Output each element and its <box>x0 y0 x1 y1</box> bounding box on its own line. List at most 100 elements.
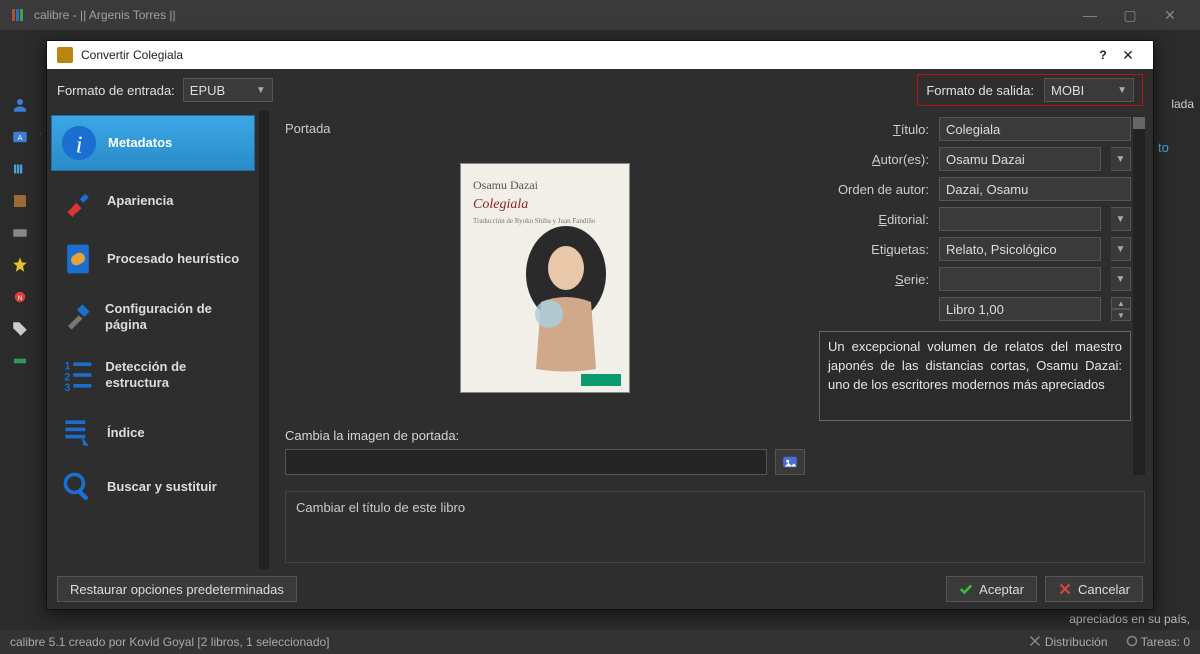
cover-column: Portada Osamu Dazai Colegiala Traducción… <box>285 117 805 475</box>
description-box[interactable]: Un excepcional volumen de relatos del ma… <box>819 331 1131 421</box>
chevron-down-icon: ▼ <box>1117 85 1127 96</box>
status-text: Cambiar el título de este libro <box>296 500 465 515</box>
cover-illustration <box>511 224 621 374</box>
svg-text:A: A <box>17 133 22 142</box>
publisher-input[interactable] <box>939 207 1101 231</box>
behind-appreciated: apreciados en su país, <box>1069 612 1190 626</box>
svg-text:N: N <box>18 295 23 302</box>
list-numbers-icon: 123 <box>59 356 95 394</box>
author-input[interactable]: Osamu Dazai <box>939 147 1101 171</box>
series-input[interactable] <box>939 267 1101 291</box>
author-dropdown[interactable]: ▼ <box>1111 147 1131 171</box>
title-input[interactable]: Colegiala <box>939 117 1131 141</box>
change-cover-section: Cambia la imagen de portada: <box>285 428 805 475</box>
svg-text:3: 3 <box>65 382 71 393</box>
tools-icon <box>59 298 95 336</box>
help-button[interactable]: ? <box>1093 48 1113 62</box>
input-format-combo[interactable]: EPUB ▼ <box>183 78 273 102</box>
brush-icon <box>59 182 97 220</box>
chevron-down-icon: ▼ <box>256 85 266 96</box>
identifiers-icon[interactable] <box>9 350 31 372</box>
dialog-format-row: Formato de entrada: EPUB ▼ Formato de sa… <box>47 69 1153 111</box>
news-icon[interactable]: N <box>9 286 31 308</box>
app-titlebar: calibre - || Argenis Torres || — ▢ ✕ <box>0 0 1200 30</box>
ok-button[interactable]: Aceptar <box>946 576 1037 602</box>
minimize-button[interactable]: — <box>1070 7 1110 23</box>
author-label: Autor(es): <box>819 152 929 167</box>
close-app-button[interactable]: ✕ <box>1150 7 1190 24</box>
output-format-label: Formato de salida: <box>926 83 1034 98</box>
sidebar-item-metadata[interactable]: i Metadatos <box>51 115 255 171</box>
series-index-spinner[interactable]: ▲▼ <box>1111 297 1131 321</box>
sidebar-item-toc[interactable]: Índice <box>51 405 255 461</box>
sidebar-item-look[interactable]: Apariencia <box>51 173 255 229</box>
toc-icon <box>59 414 97 452</box>
output-format-group: Formato de salida: MOBI ▼ <box>917 74 1143 106</box>
keyboard-icon[interactable] <box>9 222 31 244</box>
convert-dialog: Convertir Colegiala ? ✕ Formato de entra… <box>46 40 1154 610</box>
cover-preview: Osamu Dazai Colegiala Traducción de Ryok… <box>460 163 630 393</box>
dialog-icon <box>57 47 73 63</box>
sidebar-item-label: Índice <box>107 425 145 441</box>
sidebar-item-label: Metadatos <box>108 135 172 151</box>
cover-badge <box>581 374 621 386</box>
sidebar-item-label: Procesado heurístico <box>107 251 239 267</box>
sidebar-item-label: Detección de estructura <box>105 359 247 390</box>
author-sort-input[interactable]: Dazai, Osamu <box>939 177 1131 201</box>
title-label: Título: <box>819 122 929 137</box>
input-format-value: EPUB <box>190 83 225 98</box>
output-format-value: MOBI <box>1051 83 1084 98</box>
series-dropdown[interactable]: ▼ <box>1111 267 1131 291</box>
maximize-button[interactable]: ▢ <box>1110 7 1150 24</box>
close-button[interactable]: ✕ <box>1113 47 1143 64</box>
cover-author: Osamu Dazai <box>473 178 617 193</box>
meta-scrollbar[interactable] <box>1133 117 1145 475</box>
input-format-label: Formato de entrada: <box>57 83 175 98</box>
behind-truncated: lada <box>1171 97 1194 111</box>
publisher-label: Editorial: <box>819 212 929 227</box>
behind-text: to <box>1158 140 1198 155</box>
info-icon: i <box>60 124 98 162</box>
person-icon[interactable] <box>9 94 31 116</box>
sidebar-item-structure[interactable]: 123 Detección de estructura <box>51 347 255 403</box>
cancel-button[interactable]: Cancelar <box>1045 576 1143 602</box>
sidebar-item-label: Apariencia <box>107 193 173 209</box>
author-sort-label: Orden de autor: <box>819 182 929 197</box>
cover-area: Osamu Dazai Colegiala Traducción de Ryok… <box>285 142 805 414</box>
app-icon <box>10 7 26 23</box>
bandage-icon <box>59 240 97 278</box>
tag-icon[interactable] <box>9 318 31 340</box>
dialog-button-row: Restaurar opciones predeterminadas Acept… <box>47 569 1153 609</box>
jobs-button[interactable]: Tareas: 0 <box>1126 635 1190 649</box>
tags-dropdown[interactable]: ▼ <box>1111 237 1131 261</box>
status-bar: calibre 5.1 creado por Kovid Goyal [2 li… <box>0 630 1200 654</box>
search-icon <box>59 468 97 506</box>
cross-icon <box>1058 582 1072 596</box>
book-icon[interactable] <box>9 190 31 212</box>
series-icon[interactable] <box>9 158 31 180</box>
change-cover-label: Cambia la imagen de portada: <box>285 428 805 443</box>
metadata-form: Título: Colegiala Autor(es): Osamu Dazai… <box>819 117 1145 475</box>
sidebar-item-page-setup[interactable]: Configuración de página <box>51 289 255 345</box>
layout-button[interactable]: Distribución <box>1029 635 1107 649</box>
sidebar-item-heuristic[interactable]: Procesado heurístico <box>51 231 255 287</box>
sidebar-scrollbar[interactable] <box>259 111 269 569</box>
output-format-combo[interactable]: MOBI ▼ <box>1044 78 1134 102</box>
status-hint: Cambiar el título de este libro <box>285 491 1145 563</box>
restore-defaults-button[interactable]: Restaurar opciones predeterminadas <box>57 576 297 602</box>
sidebar-item-label: Buscar y sustituir <box>107 479 217 495</box>
language-icon[interactable]: A <box>9 126 31 148</box>
tags-label: Etiquetas: <box>819 242 929 257</box>
sidebar-item-search[interactable]: Buscar y sustituir <box>51 463 255 511</box>
cover-header: Portada <box>285 121 805 136</box>
publisher-dropdown[interactable]: ▼ <box>1111 207 1131 231</box>
browse-cover-button[interactable] <box>775 449 805 475</box>
series-index-input[interactable]: Libro 1,00 <box>939 297 1101 321</box>
star-icon[interactable] <box>9 254 31 276</box>
cover-path-input[interactable] <box>285 449 767 475</box>
tags-input[interactable]: Relato, Psicológico <box>939 237 1101 261</box>
series-label: Serie: <box>819 272 929 287</box>
check-icon <box>959 582 973 596</box>
app-title: calibre - || Argenis Torres || <box>34 8 1070 22</box>
left-toolbar: A N <box>0 54 40 610</box>
